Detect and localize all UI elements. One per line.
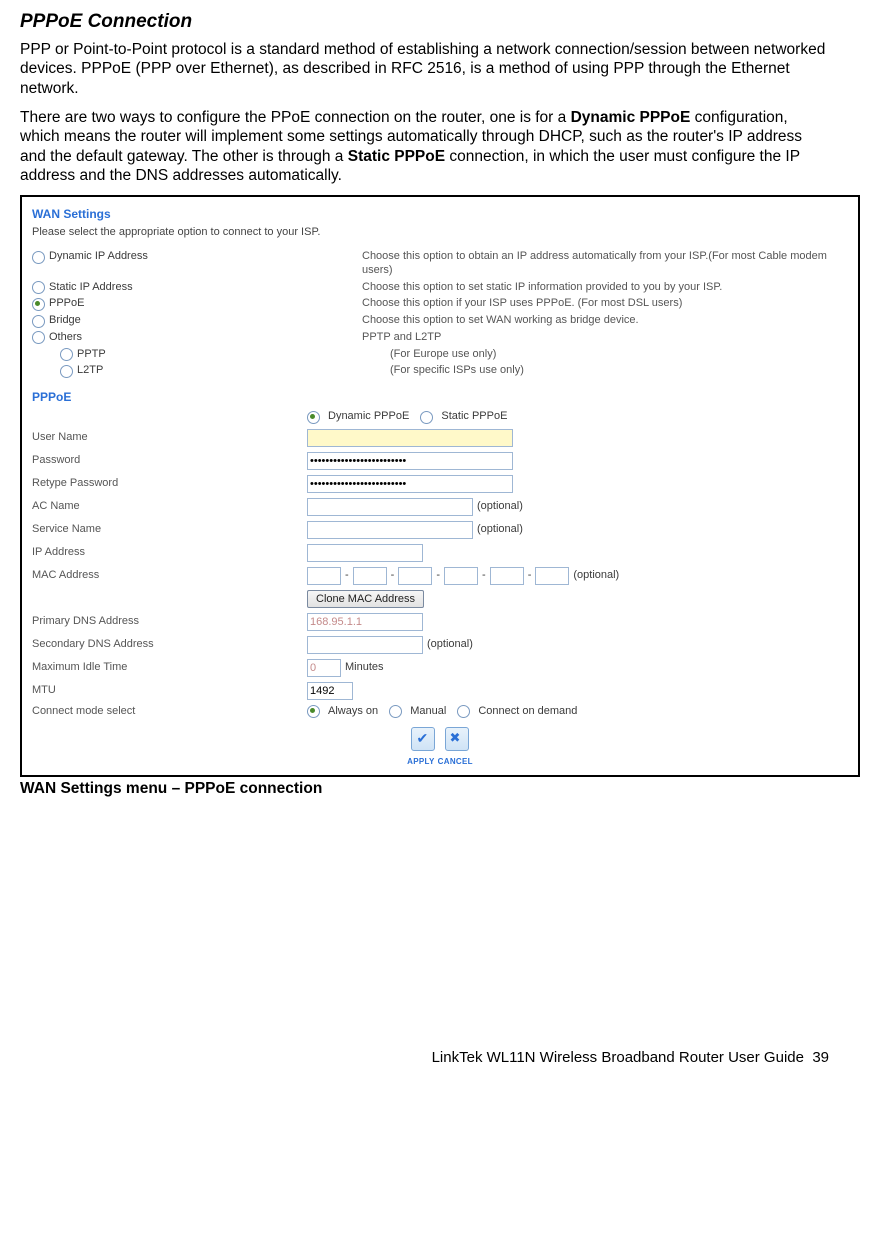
intro-paragraph-1: PPP or Point-to-Point protocol is a stan… xyxy=(20,40,829,98)
radio-on-demand[interactable] xyxy=(457,705,470,718)
input-ac-name[interactable] xyxy=(307,498,473,516)
desc-others: PPTP and L2TP xyxy=(362,331,848,345)
input-mac-3[interactable] xyxy=(398,567,432,585)
label-password: Password xyxy=(32,454,307,468)
desc-bridge: Choose this option to set WAN working as… xyxy=(362,314,848,328)
input-ip-address[interactable] xyxy=(307,544,423,562)
desc-l2tp: (For specific ISPs use only) xyxy=(390,364,848,378)
para2-bold-static: Static PPPoE xyxy=(348,148,445,165)
input-mac-2[interactable] xyxy=(353,567,387,585)
input-mac-1[interactable] xyxy=(307,567,341,585)
label-dynamic-pppoe: Dynamic PPPoE xyxy=(328,410,409,424)
label-max-idle: Maximum Idle Time xyxy=(32,661,307,675)
label-connect-mode: Connect mode select xyxy=(32,705,307,719)
input-service-name[interactable] xyxy=(307,521,473,539)
radio-dynamic-pppoe[interactable] xyxy=(307,411,320,424)
label-primary-dns: Primary DNS Address xyxy=(32,615,307,629)
optional-ac: (optional) xyxy=(477,500,523,514)
desc-static-ip: Choose this option to set static IP info… xyxy=(362,281,848,295)
radio-pppoe[interactable] xyxy=(32,298,45,311)
desc-dynamic-ip: Choose this option to obtain an IP addre… xyxy=(362,250,848,278)
input-max-idle[interactable] xyxy=(307,659,341,677)
input-mac-4[interactable] xyxy=(444,567,478,585)
radio-always-on[interactable] xyxy=(307,705,320,718)
label-l2tp: L2TP xyxy=(77,364,103,378)
radio-others[interactable] xyxy=(32,331,45,344)
input-retype-password[interactable] xyxy=(307,475,513,493)
desc-pppoe: Choose this option if your ISP uses PPPo… xyxy=(362,297,848,311)
label-pppoe: PPPoE xyxy=(49,297,84,311)
desc-pptp: (For Europe use only) xyxy=(390,348,848,362)
input-primary-dns[interactable] xyxy=(307,613,423,631)
input-mtu[interactable] xyxy=(307,682,353,700)
label-mtu: MTU xyxy=(32,684,307,698)
para2-bold-dynamic: Dynamic PPPoE xyxy=(571,109,691,126)
wan-settings-heading: WAN Settings xyxy=(32,207,848,222)
radio-bridge[interactable] xyxy=(32,315,45,328)
radio-static-pppoe[interactable] xyxy=(420,411,433,424)
label-pptp: PPTP xyxy=(77,348,106,362)
intro-paragraph-2: There are two ways to configure the PPoE… xyxy=(20,108,829,186)
cancel-label: CANCEL xyxy=(438,757,473,766)
cancel-icon[interactable] xyxy=(445,727,469,751)
clone-mac-button[interactable]: Clone MAC Address xyxy=(307,590,424,608)
input-mac-6[interactable] xyxy=(535,567,569,585)
label-service-name: Service Name xyxy=(32,523,307,537)
apply-cancel-bar: APPLY CANCEL xyxy=(32,727,848,770)
label-bridge: Bridge xyxy=(49,314,81,328)
input-password[interactable] xyxy=(307,452,513,470)
optional-mac: (optional) xyxy=(573,569,619,583)
radio-pptp[interactable] xyxy=(60,348,73,361)
figure-caption: WAN Settings menu – PPPoE connection xyxy=(20,779,829,798)
apply-icon[interactable] xyxy=(411,727,435,751)
pppoe-section-heading: PPPoE xyxy=(32,390,848,405)
label-always-on: Always on xyxy=(328,705,378,719)
apply-label: APPLY xyxy=(407,757,434,766)
label-dynamic-ip: Dynamic IP Address xyxy=(49,250,148,264)
minutes-label: Minutes xyxy=(345,661,384,675)
optional-sdns: (optional) xyxy=(427,638,473,652)
label-others: Others xyxy=(49,331,82,345)
input-username[interactable] xyxy=(307,429,513,447)
label-secondary-dns: Secondary DNS Address xyxy=(32,638,307,652)
label-username: User Name xyxy=(32,431,307,445)
input-mac-5[interactable] xyxy=(490,567,524,585)
section-title: PPPoE Connection xyxy=(20,10,829,34)
label-on-demand: Connect on demand xyxy=(478,705,577,719)
label-ac-name: AC Name xyxy=(32,500,307,514)
radio-dynamic-ip[interactable] xyxy=(32,251,45,264)
wan-settings-figure: WAN Settings Please select the appropria… xyxy=(20,195,860,777)
label-static-pppoe: Static PPPoE xyxy=(441,410,507,424)
footer-page-number: 39 xyxy=(812,1049,829,1066)
radio-manual[interactable] xyxy=(389,705,402,718)
radio-static-ip[interactable] xyxy=(32,281,45,294)
footer-text: LinkTek WL11N Wireless Broadband Router … xyxy=(432,1049,804,1066)
input-secondary-dns[interactable] xyxy=(307,636,423,654)
optional-service: (optional) xyxy=(477,523,523,537)
label-manual: Manual xyxy=(410,705,446,719)
radio-l2tp[interactable] xyxy=(60,365,73,378)
label-static-ip: Static IP Address xyxy=(49,281,133,295)
para2-prefix: There are two ways to configure the PPoE… xyxy=(20,109,571,126)
wan-settings-subtext: Please select the appropriate option to … xyxy=(32,226,848,240)
label-mac-address: MAC Address xyxy=(32,569,307,583)
page-footer: LinkTek WL11N Wireless Broadband Router … xyxy=(20,1049,829,1068)
label-ip-address: IP Address xyxy=(32,546,307,560)
label-retype-password: Retype Password xyxy=(32,477,307,491)
